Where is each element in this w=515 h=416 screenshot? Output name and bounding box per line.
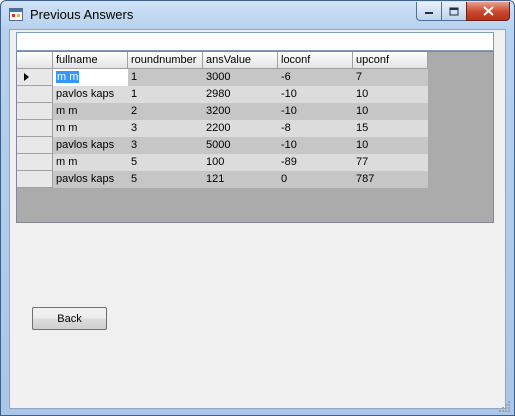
table-cell[interactable]: 15: [353, 120, 428, 137]
grid-header-row: fullname roundnumber ansValue loconf upc…: [17, 52, 428, 69]
table-cell[interactable]: 3200: [203, 103, 278, 120]
table-cell[interactable]: 5000: [203, 137, 278, 154]
table-cell[interactable]: m m: [53, 69, 128, 86]
table-cell[interactable]: 3: [128, 120, 203, 137]
table-row[interactable]: m m 2 3200 -10 10: [17, 103, 428, 120]
table-cell[interactable]: 10: [353, 86, 428, 103]
row-header[interactable]: [17, 137, 53, 154]
table-cell[interactable]: -10: [278, 86, 353, 103]
row-header[interactable]: [17, 103, 53, 120]
table-cell[interactable]: 10: [353, 103, 428, 120]
table-cell[interactable]: pavlos kaps: [53, 137, 128, 154]
table-cell[interactable]: 1: [128, 86, 203, 103]
column-header-ansvalue[interactable]: ansValue: [203, 52, 278, 69]
table-cell[interactable]: -10: [278, 137, 353, 154]
selected-cell-text: m m: [56, 71, 80, 83]
table-cell[interactable]: -89: [278, 154, 353, 171]
table-row[interactable]: pavlos kaps 3 5000 -10 10: [17, 137, 428, 154]
table-cell[interactable]: 2: [128, 103, 203, 120]
table-cell[interactable]: 10: [353, 137, 428, 154]
row-header[interactable]: [17, 154, 53, 171]
row-header[interactable]: [17, 69, 53, 86]
row-header[interactable]: [17, 86, 53, 103]
table-cell[interactable]: -6: [278, 69, 353, 86]
table-row[interactable]: m m 3 2200 -8 15: [17, 120, 428, 137]
table-cell[interactable]: 787: [353, 171, 428, 188]
table-cell[interactable]: pavlos kaps: [53, 86, 128, 103]
row-header[interactable]: [17, 120, 53, 137]
table-row[interactable]: pavlos kaps 5 121 0 787: [17, 171, 428, 188]
table-cell[interactable]: 100: [203, 154, 278, 171]
maximize-button[interactable]: [441, 2, 467, 21]
table-cell[interactable]: -10: [278, 103, 353, 120]
table-cell[interactable]: 121: [203, 171, 278, 188]
table-cell[interactable]: -8: [278, 120, 353, 137]
row-pointer-icon: [24, 73, 29, 81]
table-row[interactable]: m m 5 100 -89 77: [17, 154, 428, 171]
row-header[interactable]: [17, 171, 53, 188]
minimize-button[interactable]: [416, 2, 442, 21]
table-cell[interactable]: m m: [53, 154, 128, 171]
table-cell[interactable]: 2200: [203, 120, 278, 137]
close-button[interactable]: [466, 2, 510, 21]
minimize-icon: [425, 12, 433, 14]
table-cell[interactable]: 5: [128, 154, 203, 171]
table-cell[interactable]: 2980: [203, 86, 278, 103]
table-row[interactable]: pavlos kaps 1 2980 -10 10: [17, 86, 428, 103]
table-row[interactable]: m m 1 3000 -6 7: [17, 69, 428, 86]
table-cell[interactable]: 5: [128, 171, 203, 188]
column-header-upconf[interactable]: upconf: [353, 52, 428, 69]
maximize-icon: [449, 7, 459, 15]
table-cell[interactable]: 3: [128, 137, 203, 154]
table-cell[interactable]: 0: [278, 171, 353, 188]
grid-top-strip: [16, 32, 494, 51]
back-button[interactable]: Back: [32, 307, 107, 330]
table-cell[interactable]: 1: [128, 69, 203, 86]
answers-grid[interactable]: fullname roundnumber ansValue loconf upc…: [16, 51, 494, 223]
table-cell[interactable]: 7: [353, 69, 428, 86]
column-header-roundnumber[interactable]: roundnumber: [128, 52, 203, 69]
column-header-fullname[interactable]: fullname: [53, 52, 128, 69]
window-title: Previous Answers: [30, 7, 134, 22]
table-cell[interactable]: 3000: [203, 69, 278, 86]
table-cell[interactable]: m m: [53, 120, 128, 137]
column-header-loconf[interactable]: loconf: [278, 52, 353, 69]
table-cell[interactable]: 77: [353, 154, 428, 171]
resize-grip-icon[interactable]: [499, 400, 511, 412]
close-icon: [482, 6, 494, 16]
app-icon: [9, 8, 23, 21]
title-bar[interactable]: Previous Answers: [1, 1, 514, 29]
table-cell[interactable]: m m: [53, 103, 128, 120]
grid-corner-header[interactable]: [17, 52, 53, 69]
table-cell[interactable]: pavlos kaps: [53, 171, 128, 188]
